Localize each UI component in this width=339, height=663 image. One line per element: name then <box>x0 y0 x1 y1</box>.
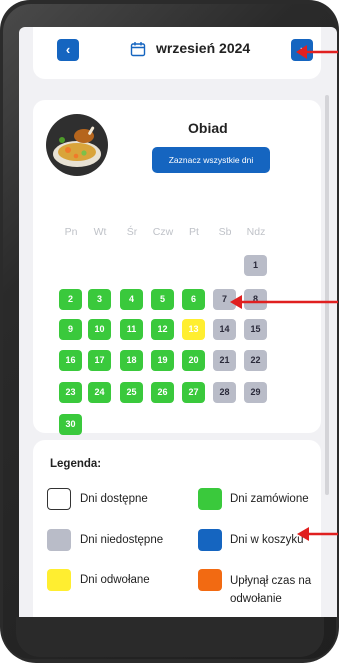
day-cell[interactable]: 19 <box>151 350 174 371</box>
day-cell[interactable]: 23 <box>59 382 82 403</box>
phone-bottom-bezel <box>16 617 324 657</box>
weekday-label: Czw <box>152 226 174 238</box>
weekday-label: Wt <box>93 226 107 238</box>
month-header: ‹ wrzesień 2024 › <box>33 27 321 79</box>
day-cell[interactable]: 14 <box>213 319 236 340</box>
day-cell[interactable]: 12 <box>151 319 174 340</box>
day-cell[interactable]: 6 <box>182 289 205 310</box>
day-cell[interactable]: 11 <box>120 319 143 340</box>
day-cell[interactable]: 17 <box>88 350 111 371</box>
day-cell[interactable]: 28 <box>213 382 236 403</box>
day-cell[interactable]: 9 <box>59 319 82 340</box>
legend-swatch-cart <box>198 529 222 551</box>
calendar-icon <box>130 42 146 57</box>
weekday-label: Sb <box>218 226 232 238</box>
weekday-label: Pn <box>64 226 78 238</box>
annotation-arrow-day <box>230 295 338 309</box>
weekday-label: Pt <box>189 226 199 238</box>
day-cell[interactable]: 30 <box>59 414 82 435</box>
legend-title: Legenda: <box>50 458 102 470</box>
legend-label-unavailable: Dni niedostępne <box>80 534 164 546</box>
legend-swatch-ordered <box>198 488 222 510</box>
app-screen: ‹ wrzesień 2024 › Obiad <box>19 27 337 617</box>
weekday-label: Śr <box>126 226 138 238</box>
day-cell[interactable]: 13 <box>182 319 205 340</box>
day-cell[interactable]: 29 <box>244 382 267 403</box>
day-cell[interactable]: 16 <box>59 350 82 371</box>
meal-title: Obiad <box>188 120 228 136</box>
day-cell[interactable]: 2 <box>59 289 82 310</box>
chevron-left-icon: ‹ <box>65 42 71 57</box>
annotation-arrow-legend <box>297 527 338 541</box>
meal-image <box>46 114 108 176</box>
day-cell[interactable]: 18 <box>120 350 143 371</box>
day-cell[interactable]: 25 <box>120 382 143 403</box>
legend-label-ordered: Dni zamówione <box>230 493 309 505</box>
day-cell[interactable]: 3 <box>88 289 111 310</box>
month-title: wrzesień 2024 <box>156 40 251 56</box>
weekday-label: Ndz <box>246 226 266 238</box>
legend-label-expired: Upłynął czas na odwołanie <box>230 575 312 605</box>
day-cell[interactable]: 22 <box>244 350 267 371</box>
select-all-days-button[interactable]: Zaznacz wszystkie dni <box>152 147 270 173</box>
legend-card: Legenda: Dni dostępne Dni zamówione Dni … <box>33 440 321 617</box>
day-cell[interactable]: 24 <box>88 382 111 403</box>
legend-label-cart: Dni w koszyku <box>230 534 304 546</box>
legend-swatch-unavailable <box>47 529 71 551</box>
day-cell[interactable]: 5 <box>151 289 174 310</box>
meal-calendar-card: Obiad Zaznacz wszystkie dni Pn Wt Śr Czw Pt S… <box>33 100 321 435</box>
legend-label-cancelled: Dni odwołane <box>80 574 150 586</box>
day-cell[interactable]: 20 <box>182 350 205 371</box>
prev-month-button[interactable]: ‹ <box>57 39 79 61</box>
day-cell[interactable]: 1 <box>244 255 267 276</box>
legend-label-available: Dni dostępne <box>80 493 148 505</box>
legend-swatch-available <box>47 488 71 510</box>
annotation-arrow-next <box>296 45 338 59</box>
day-cell[interactable]: 4 <box>120 289 143 310</box>
day-cell[interactable]: 27 <box>182 382 205 403</box>
legend-swatch-cancelled <box>47 569 71 591</box>
day-cell[interactable]: 26 <box>151 382 174 403</box>
day-cell[interactable]: 21 <box>213 350 236 371</box>
day-cell[interactable]: 15 <box>244 319 267 340</box>
day-cell[interactable]: 10 <box>88 319 111 340</box>
